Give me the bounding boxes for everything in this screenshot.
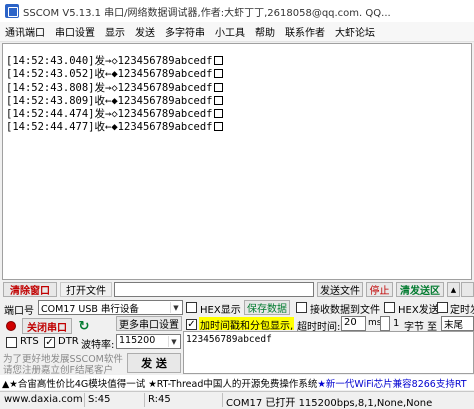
open-file-button[interactable]: 打开文件	[60, 282, 112, 297]
app-icon	[5, 4, 19, 18]
log-line: [14:52:43.040]发→◇123456789abcedf	[6, 55, 471, 68]
port-select[interactable]: COM17 USB 串行设备 ▼	[38, 300, 183, 315]
register-hint-line2: 请您注册嘉立创F结尾客户	[3, 365, 113, 376]
recv-to-file-label: 接收数据到文件	[310, 305, 380, 316]
status-sent-count: S:45	[88, 394, 111, 405]
menu-serial-settings[interactable]: 串口设置	[50, 24, 100, 39]
baud-select-value: 115200	[119, 335, 156, 346]
end-select-value: 末尾	[444, 320, 464, 331]
record-icon	[3, 318, 19, 333]
baud-label: 波特率:	[81, 340, 115, 351]
status-divider	[144, 393, 145, 407]
send-file-button[interactable]: 发送文件	[317, 282, 363, 297]
byte-start-input[interactable]	[380, 316, 390, 331]
menu-multi-string[interactable]: 多字符串	[160, 24, 210, 39]
box-icon	[213, 109, 223, 119]
port-label: 端口号	[4, 306, 34, 317]
promo-text-2: ★新一代WiFi芯片兼容8266支持RT	[317, 378, 467, 390]
recv-to-file-checkbox[interactable]	[296, 302, 307, 313]
hex-send-checkbox[interactable]	[384, 302, 395, 313]
menu-contact-author[interactable]: 联系作者	[280, 24, 330, 39]
status-website[interactable]: www.daxia.com	[4, 394, 83, 405]
log-line: [14:52:44.477]收←◆123456789abcedf	[6, 121, 471, 134]
hex-send-label: HEX发送	[398, 305, 439, 316]
status-port-state: COM17 已打开 115200bps,8,1,None,None	[226, 398, 433, 409]
timestamp-checkbox[interactable]: ✓	[186, 319, 197, 330]
timed-send-label: 定时发	[450, 305, 474, 316]
promo-text-1: ▲★合宙高性价比4G模块值得一试 ★RT-Thread中国人的开源免费操作系统	[2, 378, 318, 390]
hex-display-checkbox[interactable]	[186, 302, 197, 313]
menu-help[interactable]: 帮助	[250, 24, 280, 39]
port-select-value: COM17 USB 串行设备	[41, 304, 139, 315]
menu-display[interactable]: 显示	[100, 24, 130, 39]
send-button[interactable]: 发 送	[127, 353, 181, 373]
box-icon	[213, 56, 223, 65]
log-line: [14:52:44.474]发→◇123456789abcedf	[6, 108, 471, 121]
rts-label: RTS	[20, 336, 39, 347]
menu-forum[interactable]: 大虾论坛	[330, 24, 380, 39]
status-received-count: R:45	[148, 394, 171, 405]
promo-banner[interactable]: ▲★合宙高性价比4G模块值得一试 ★RT-Thread中国人的开源免费操作系统 …	[0, 375, 474, 390]
dtr-label: DTR	[58, 336, 79, 347]
box-icon	[213, 95, 223, 105]
box-icon	[213, 122, 223, 132]
end-select[interactable]: 末尾	[441, 316, 474, 331]
save-data-button[interactable]: 保存数据	[244, 300, 290, 315]
chevron-down-icon: ▼	[170, 302, 181, 313]
refresh-icon[interactable]: ↻	[76, 318, 92, 334]
menu-comm-port[interactable]: 通讯端口	[0, 24, 50, 39]
dtr-checkbox[interactable]: ✓	[44, 337, 55, 348]
clear-window-button[interactable]: 清除窗口	[3, 282, 57, 297]
log-line: [14:52:43.809]收←◆123456789abcedf	[6, 95, 471, 108]
status-divider	[222, 393, 223, 407]
more-settings-button[interactable]: 更多串口设置	[116, 316, 182, 331]
menu-tools[interactable]: 小工具	[210, 24, 250, 39]
box-icon	[213, 69, 223, 79]
chevron-down-icon: ▼	[168, 336, 179, 347]
menu-bar: 通讯端口 串口设置 显示 发送 多字符串 小工具 帮助 联系作者 大虾论坛	[0, 22, 474, 42]
timed-send-checkbox[interactable]	[437, 302, 448, 313]
window-title: SSCOM V5.13.1 串口/网络数据调试器,作者:大虾丁丁,2618058…	[23, 7, 391, 19]
file-path-input[interactable]	[114, 282, 314, 297]
extra-button[interactable]	[461, 282, 474, 297]
timeout-input[interactable]: 20	[341, 316, 366, 331]
status-bar: www.daxia.com S:45 R:45 COM17 已打开 115200…	[0, 391, 474, 409]
log-line: [14:52:43.052]收←◆123456789abcedf	[6, 68, 471, 81]
timestamp-label: 加时间戳和分包显示,	[199, 317, 295, 332]
hex-display-label: HEX显示	[200, 305, 241, 316]
receive-log[interactable]: [14:52:43.040]发→◇123456789abcedf [14:52:…	[2, 43, 472, 280]
send-input[interactable]: 123456789abcedf	[183, 331, 474, 374]
stop-button[interactable]: 停止	[366, 282, 393, 297]
box-icon	[213, 82, 223, 92]
title-bar: SSCOM V5.13.1 串口/网络数据调试器,作者:大虾丁丁,2618058…	[0, 0, 474, 22]
rts-checkbox[interactable]	[6, 337, 17, 348]
menu-send[interactable]: 发送	[130, 24, 160, 39]
clear-send-button[interactable]: 清发送区	[396, 282, 444, 297]
baud-select[interactable]: 115200 ▼	[116, 334, 181, 349]
byte-number: 1	[393, 318, 400, 329]
close-port-button[interactable]: 关闭串口	[22, 318, 72, 334]
status-divider	[84, 393, 85, 407]
log-line: [14:52:43.808]发→◇123456789abcedf	[6, 82, 471, 95]
collapse-up-button[interactable]: ▲	[447, 282, 460, 297]
